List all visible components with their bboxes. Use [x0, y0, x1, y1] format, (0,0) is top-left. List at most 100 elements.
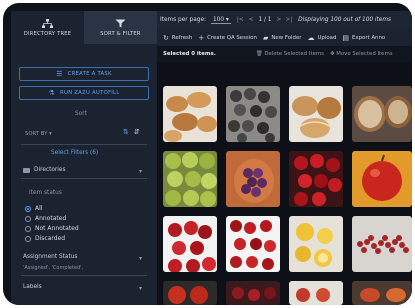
chevron-down-icon: ▾	[139, 255, 143, 262]
refresh-button[interactable]: ↻ Refresh	[163, 34, 192, 42]
upload-label: Upload	[317, 34, 337, 41]
radio-all[interactable]: All	[25, 205, 42, 212]
move-selected-label: Move Selected Items	[336, 51, 393, 57]
radio-annotated[interactable]: Annotated	[25, 215, 66, 222]
berries-image[interactable]	[226, 281, 280, 305]
device-frame: DIRECTORY TREE SORT & FILTER ☰ CREATE A …	[3, 3, 412, 305]
red-apple-image[interactable]	[352, 151, 412, 207]
labels-dropdown[interactable]: Labels	[23, 284, 42, 290]
tab-sort-filter-label: SORT & FILTER	[100, 30, 141, 37]
divider	[21, 178, 147, 179]
new-folder-label: New Folder	[271, 34, 302, 41]
sort-ascending-icon[interactable]: ⇅	[123, 128, 129, 136]
sort-heading: Sort	[75, 111, 87, 117]
radio-icon	[25, 225, 31, 232]
divider	[21, 275, 147, 276]
upload-button[interactable]: ☁ Upload	[307, 34, 336, 42]
radio-not-annotated[interactable]: Not Annotated	[25, 225, 79, 232]
move-selected-button[interactable]: ✥ Move Selected Items	[330, 51, 393, 57]
radio-icon	[25, 235, 31, 242]
run-autofill-button[interactable]: ⚗ RUN ZAZU AUTOFILL	[19, 86, 149, 100]
create-qa-label: Create QA Session	[207, 34, 257, 41]
delete-selected-button[interactable]: 🗑 Delete Selected Items	[256, 51, 324, 57]
cloud-upload-icon: ☁	[307, 33, 315, 42]
items-per-page-label: Items per page:	[160, 17, 206, 23]
cherries-tray-image[interactable]	[163, 216, 217, 272]
green-fruits-image[interactable]	[163, 151, 217, 207]
plus-icon: +	[198, 33, 205, 42]
tab-directory-tree-label: DIRECTORY TREE	[23, 30, 72, 37]
selected-count: Selected 0 items.	[163, 51, 216, 57]
app-screen: DIRECTORY TREE SORT & FILTER ☰ CREATE A …	[11, 11, 412, 305]
items-per-page-value: 100	[212, 16, 225, 23]
prev-page-icon[interactable]: <	[249, 17, 254, 23]
divider	[21, 144, 147, 145]
filter-icon	[115, 19, 126, 27]
hierarchy-icon	[42, 18, 53, 28]
sidebar: DIRECTORY TREE SORT & FILTER ☰ CREATE A …	[11, 11, 157, 305]
export-button[interactable]: ▤ Export Anno	[342, 34, 385, 42]
display-summary: Displaying 100 out of 100 items	[298, 17, 392, 23]
delete-selected-label: Delete Selected Items	[264, 51, 324, 57]
refresh-label: Refresh	[171, 34, 193, 41]
chevron-down-icon: ▾	[225, 16, 229, 23]
peppers-image[interactable]	[352, 281, 412, 305]
first-page-icon[interactable]: |<	[237, 17, 244, 23]
sort-by-dropdown[interactable]: SORT BY ▾	[25, 131, 52, 137]
chevron-down-icon: ▾	[49, 131, 52, 137]
next-page-icon[interactable]: >	[277, 17, 282, 23]
apples-image[interactable]	[163, 281, 217, 305]
assignment-status-value: 'Assigned', 'Completed',	[23, 265, 84, 271]
export-label: Export Anno	[352, 34, 386, 41]
cherries-closeup-image[interactable]	[226, 216, 280, 272]
assignment-status-dropdown[interactable]: Assignment Status	[23, 254, 77, 260]
create-qa-button[interactable]: + Create QA Session	[198, 34, 257, 42]
purple-grapes-image[interactable]	[226, 151, 280, 207]
radio-icon	[25, 215, 31, 222]
dark-berries-image[interactable]	[226, 86, 280, 142]
radio-all-label: All	[35, 205, 43, 212]
image-grid	[157, 62, 412, 305]
red-beans-image[interactable]	[352, 216, 412, 272]
items-per-page-select[interactable]: 100 ▾	[210, 16, 231, 24]
chevron-down-icon: ▾	[139, 285, 143, 292]
chevron-down-icon: ▾	[139, 168, 143, 175]
main-panel: Items per page: 100 ▾ |< < 1 / 1 > >| Di…	[157, 11, 412, 305]
select-filters-button[interactable]: Select Filters (6)	[51, 150, 98, 156]
folder-plus-icon: ▰	[262, 33, 269, 42]
list-icon: ☰	[56, 70, 63, 78]
page-indicator: 1 / 1	[258, 17, 272, 23]
create-task-button[interactable]: ☰ CREATE A TASK	[19, 67, 149, 81]
red-cherries-image[interactable]	[289, 151, 343, 207]
sliced-bread-image[interactable]	[352, 86, 412, 142]
move-icon: ✥	[329, 51, 335, 57]
sidebar-tabs: DIRECTORY TREE SORT & FILTER	[11, 11, 157, 44]
sort-by-label: SORT BY	[25, 131, 48, 137]
run-autofill-label: RUN ZAZU AUTOFILL	[60, 90, 120, 96]
last-page-icon[interactable]: >|	[285, 17, 292, 23]
bread-loaves-image[interactable]	[289, 86, 343, 142]
selection-bar: Selected 0 items. 🗑 Delete Selected Item…	[157, 46, 412, 62]
new-folder-button[interactable]: ▰ New Folder	[263, 34, 302, 42]
pagination-bar: Items per page: 100 ▾ |< < 1 / 1 > >| Di…	[157, 11, 412, 29]
sort-order-icon[interactable]: ⇵	[134, 128, 140, 136]
radio-discarded-label: Discarded	[35, 235, 66, 242]
lemons-image[interactable]	[289, 216, 343, 272]
refresh-icon: ↻	[163, 33, 169, 42]
directories-dropdown[interactable]: Directories	[23, 167, 65, 173]
trash-icon: 🗑	[255, 51, 263, 57]
radio-not-annotated-label: Not Annotated	[35, 225, 79, 232]
create-task-label: CREATE A TASK	[67, 71, 112, 77]
radio-discarded[interactable]: Discarded	[25, 235, 65, 242]
toolbar: ↻ Refresh + Create QA Session ▰ New Folder …	[157, 29, 412, 46]
tomatoes-image[interactable]	[289, 281, 343, 305]
bread-rolls-image[interactable]	[163, 86, 217, 142]
radio-annotated-label: Annotated	[35, 215, 67, 222]
directories-label: Directories	[34, 167, 66, 173]
tab-directory-tree[interactable]: DIRECTORY TREE	[11, 11, 84, 44]
export-icon: ▤	[342, 33, 349, 42]
folder-icon	[23, 167, 30, 173]
tab-sort-filter[interactable]: SORT & FILTER	[84, 11, 157, 44]
wand-icon: ⚗	[48, 89, 56, 97]
radio-selected-icon	[25, 205, 31, 212]
